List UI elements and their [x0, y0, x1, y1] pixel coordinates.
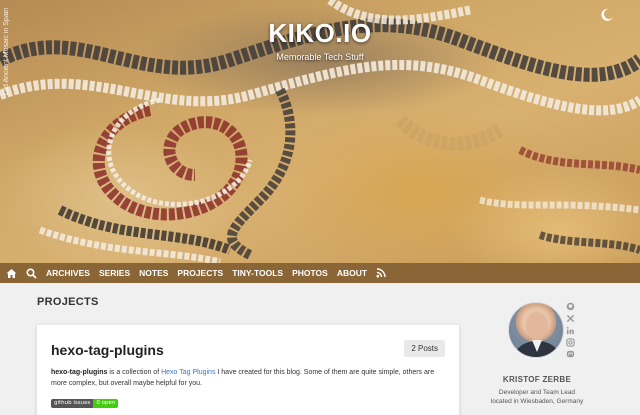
profile-name: KRISTOF ZERBE: [502, 375, 572, 384]
site-subtitle: Memorable Tech Stuff: [276, 52, 364, 62]
description-text-pre: is a collection of: [107, 369, 162, 376]
moon-icon[interactable]: [600, 8, 614, 22]
nav-photos[interactable]: PHOTOS: [292, 268, 328, 278]
github-icon[interactable]: [566, 302, 575, 311]
project-card: hexo-tag-plugins 2 Posts hexo-tag-plugin…: [37, 325, 459, 415]
nav-notes[interactable]: NOTES: [139, 268, 168, 278]
instagram-icon[interactable]: [566, 338, 575, 347]
x-icon[interactable]: [566, 314, 575, 323]
profile-role: Developer and Team Lead: [498, 389, 576, 396]
search-icon[interactable]: [26, 267, 37, 279]
home-icon[interactable]: [6, 268, 17, 279]
site-title[interactable]: KIKO.IO: [0, 18, 640, 49]
site-brand: KIKO.IO Memorable Tech Stuff: [0, 18, 640, 62]
main-navigation: ARCHIVES SERIES NOTES PROJECTS TINY-TOOL…: [0, 263, 640, 283]
post-count-badge[interactable]: 2 Posts: [404, 340, 445, 357]
nav-about[interactable]: ABOUT: [337, 268, 367, 278]
project-name-bold: hexo-tag-plugins: [51, 369, 108, 376]
social-links: [566, 302, 576, 362]
project-description: hexo-tag-plugins is a collection of Hexo…: [51, 368, 447, 389]
nav-tiny-tools[interactable]: TINY-TOOLS: [232, 268, 283, 278]
hexo-tag-plugins-link[interactable]: Hexo Tag Plugins: [161, 369, 215, 376]
avatar: [508, 302, 564, 358]
hero-banner: Old Ancient Mosaic in Spain KIKO.IO Memo…: [0, 0, 640, 263]
rss-icon[interactable]: [376, 268, 387, 279]
profile-location: located in Wiesbaden, Germany: [490, 398, 584, 405]
mastodon-icon[interactable]: [566, 350, 575, 359]
nav-projects[interactable]: PROJECTS: [177, 268, 223, 278]
page-title: PROJECTS: [37, 296, 99, 308]
linkedin-icon[interactable]: [566, 326, 575, 335]
project-title[interactable]: hexo-tag-plugins: [51, 342, 164, 358]
nav-series[interactable]: SERIES: [99, 268, 130, 278]
github-issues-badge[interactable]: github issues 0 open: [51, 399, 119, 408]
nav-archives[interactable]: ARCHIVES: [46, 268, 90, 278]
badge-value: 0 open: [93, 399, 119, 408]
badge-label: github issues: [51, 399, 94, 408]
